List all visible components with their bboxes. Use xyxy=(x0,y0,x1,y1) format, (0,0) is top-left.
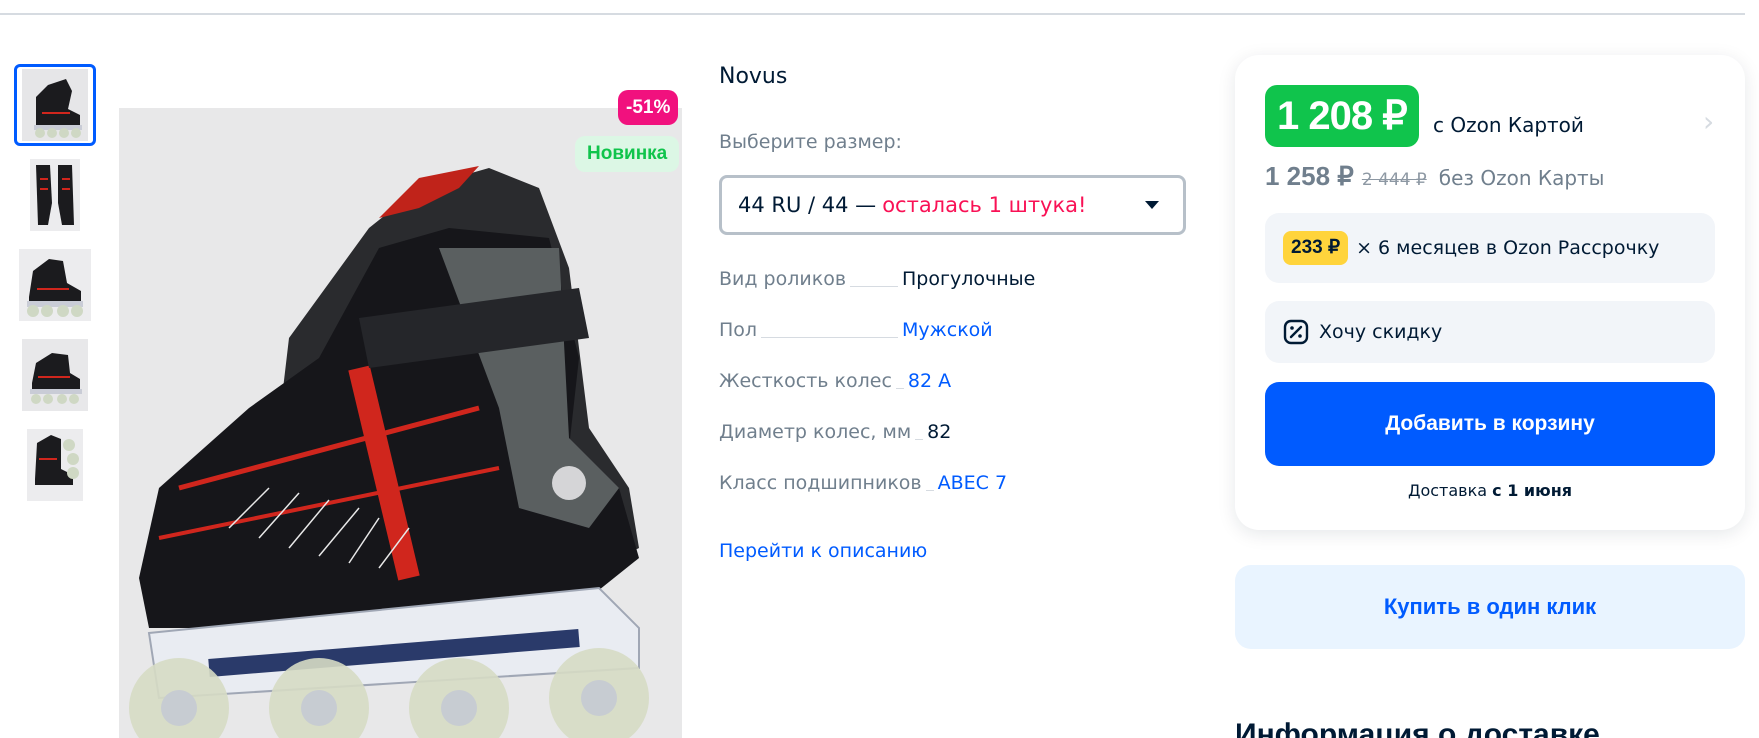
spec-leader xyxy=(925,472,934,491)
spec-value-link[interactable]: 82 A xyxy=(908,370,1139,392)
size-label: Выберите размер: xyxy=(719,131,902,153)
specs-list: Вид роликов Прогулочные Пол Мужской Жест… xyxy=(719,268,1139,523)
spec-row: Пол Мужской xyxy=(719,319,1139,370)
thumbnail-4[interactable] xyxy=(14,334,96,416)
spec-name: Пол xyxy=(719,319,758,341)
spec-name: Диаметр колес, мм xyxy=(719,421,912,443)
delivery-date: с 1 июня xyxy=(1492,481,1573,500)
spec-name: Жесткость колес xyxy=(719,370,892,392)
discount-badge: -51% xyxy=(618,90,679,125)
inline-skates-illustration xyxy=(119,108,682,738)
installment-text: × 6 месяцев в Ozon Рассрочку xyxy=(1356,237,1660,259)
spec-value: Прогулочные xyxy=(902,268,1036,290)
ozon-card-price-note: с Ozon Картой xyxy=(1433,113,1584,137)
regular-price: 1 258 ₽ xyxy=(1265,161,1354,191)
old-price: 2 444 ₽ xyxy=(1361,170,1427,190)
size-select[interactable]: 44 RU / 44 — осталась 1 штука! xyxy=(719,175,1186,235)
spec-value: 82 xyxy=(927,421,952,443)
new-badge: Новинка xyxy=(575,136,680,172)
thumbnail-2[interactable] xyxy=(14,154,96,236)
delivery-note: Доставка с 1 июня xyxy=(1235,481,1745,500)
thumbnail-image xyxy=(30,159,80,231)
add-to-cart-button[interactable]: Добавить в корзину xyxy=(1265,382,1715,466)
want-discount-button[interactable]: Хочу скидку xyxy=(1265,301,1715,363)
thumbnail-1[interactable] xyxy=(14,64,96,146)
thumbnail-list xyxy=(14,64,96,514)
size-stock-warning: осталась 1 штука! xyxy=(882,193,1087,217)
thumbnail-5[interactable] xyxy=(14,424,96,506)
thumbnail-image xyxy=(19,249,91,321)
spec-row: Вид роликов Прогулочные xyxy=(719,268,1139,319)
spec-value-link[interactable]: Мужской xyxy=(902,319,1139,341)
discount-tag-icon xyxy=(1283,319,1309,345)
buy-card: 1 208 ₽ с Ozon Картой › 1 258 ₽ 2 444 ₽ … xyxy=(1235,55,1745,530)
chevron-right-icon[interactable]: › xyxy=(1703,105,1714,138)
thumbnail-image xyxy=(22,69,88,141)
product-main-image[interactable] xyxy=(119,108,682,738)
goto-description-link[interactable]: Перейти к описанию xyxy=(719,540,927,562)
ozon-card-price[interactable]: 1 208 ₽ xyxy=(1265,85,1419,147)
buy-one-click-button[interactable]: Купить в один клик xyxy=(1235,565,1745,649)
installment-price: 233 ₽ xyxy=(1283,231,1349,265)
spec-row: Класс подшипников ABEC 7 xyxy=(719,472,1139,523)
regular-price-row: 1 258 ₽ 2 444 ₽ без Ozon Карты xyxy=(1265,161,1604,192)
delivery-info-heading: Информация о доставке xyxy=(1235,718,1600,738)
chevron-down-icon xyxy=(1145,201,1159,209)
brand-name[interactable]: Novus xyxy=(719,64,787,89)
regular-price-note: без Ozon Карты xyxy=(1438,166,1605,190)
thumbnail-image xyxy=(22,339,88,411)
spec-name: Класс подшипников xyxy=(719,472,922,494)
thumbnail-3[interactable] xyxy=(14,244,96,326)
spec-name: Вид роликов xyxy=(719,268,847,290)
top-divider xyxy=(0,13,1745,15)
spec-leader xyxy=(895,370,904,389)
spec-value-link[interactable]: ABEC 7 xyxy=(938,472,1139,494)
spec-leader xyxy=(915,421,924,440)
spec-row: Жесткость колес 82 A xyxy=(719,370,1139,421)
thumbnail-image xyxy=(27,429,83,501)
spec-leader xyxy=(850,268,898,287)
want-discount-label: Хочу скидку xyxy=(1319,321,1443,343)
spec-row: Диаметр колес, мм 82 xyxy=(719,421,1139,472)
installment-offer[interactable]: 233 ₽ × 6 месяцев в Ozon Рассрочку xyxy=(1265,213,1715,283)
spec-leader xyxy=(761,319,898,338)
delivery-prefix: Доставка xyxy=(1407,481,1493,500)
size-selected-value: 44 RU / 44 — xyxy=(738,193,877,217)
